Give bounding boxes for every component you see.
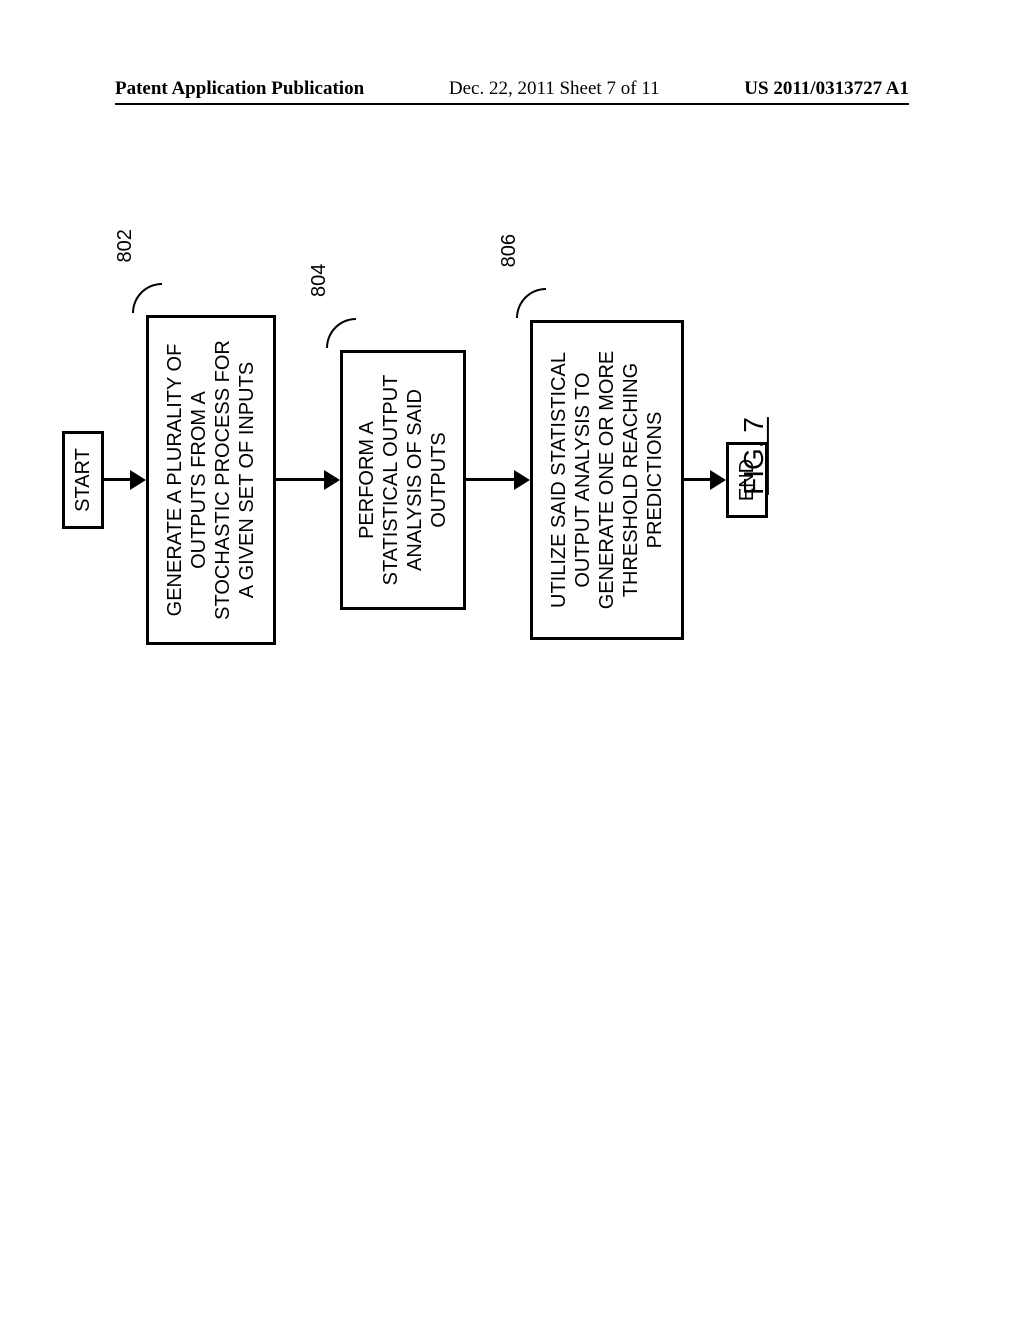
step-804-wrap: PERFORM A STATISTICAL OUTPUT ANALYSIS OF… [340, 350, 466, 611]
arrow-head-icon [710, 470, 726, 490]
ref-connector [132, 283, 162, 313]
arrow-head-icon [130, 470, 146, 490]
step-804-text: PERFORM A STATISTICAL OUTPUT ANALYSIS OF… [356, 375, 450, 586]
step-806-box: UTILIZE SAID STATISTICAL OUTPUT ANALYSIS… [530, 320, 684, 640]
step-802-wrap: GENERATE A PLURALITY OF OUTPUTS FROM A S… [146, 315, 276, 645]
arrow-stem [466, 479, 514, 482]
flowchart: START GENERATE A PLURALITY OF OUTPUTS FR… [62, 90, 768, 870]
start-label: START [72, 448, 94, 512]
ref-802: 802 [114, 229, 137, 262]
ref-connector [326, 318, 356, 348]
ref-804: 804 [308, 264, 331, 297]
figure-label: FIG. 7 [738, 417, 770, 495]
arrow-icon [104, 470, 146, 490]
arrow-stem [684, 479, 710, 482]
arrow-icon [684, 470, 726, 490]
arrow-head-icon [324, 470, 340, 490]
arrow-head-icon [514, 470, 530, 490]
ref-connector [516, 288, 546, 318]
page: Patent Application Publication Dec. 22, … [0, 0, 1024, 1320]
step-806-wrap: UTILIZE SAID STATISTICAL OUTPUT ANALYSIS… [530, 320, 684, 640]
step-806-text: UTILIZE SAID STATISTICAL OUTPUT ANALYSIS… [548, 351, 666, 610]
arrow-icon [276, 470, 340, 490]
step-804-box: PERFORM A STATISTICAL OUTPUT ANALYSIS OF… [340, 350, 466, 611]
ref-806: 806 [498, 234, 521, 267]
arrow-stem [276, 479, 324, 482]
arrow-stem [104, 479, 130, 482]
start-box: START [62, 431, 104, 529]
header-right: US 2011/0313727 A1 [744, 78, 909, 100]
flowchart-container: START GENERATE A PLURALITY OF OUTPUTS FR… [62, 90, 768, 870]
step-802-text: GENERATE A PLURALITY OF OUTPUTS FROM A S… [164, 340, 258, 620]
step-802-box: GENERATE A PLURALITY OF OUTPUTS FROM A S… [146, 315, 276, 645]
arrow-icon [466, 470, 530, 490]
